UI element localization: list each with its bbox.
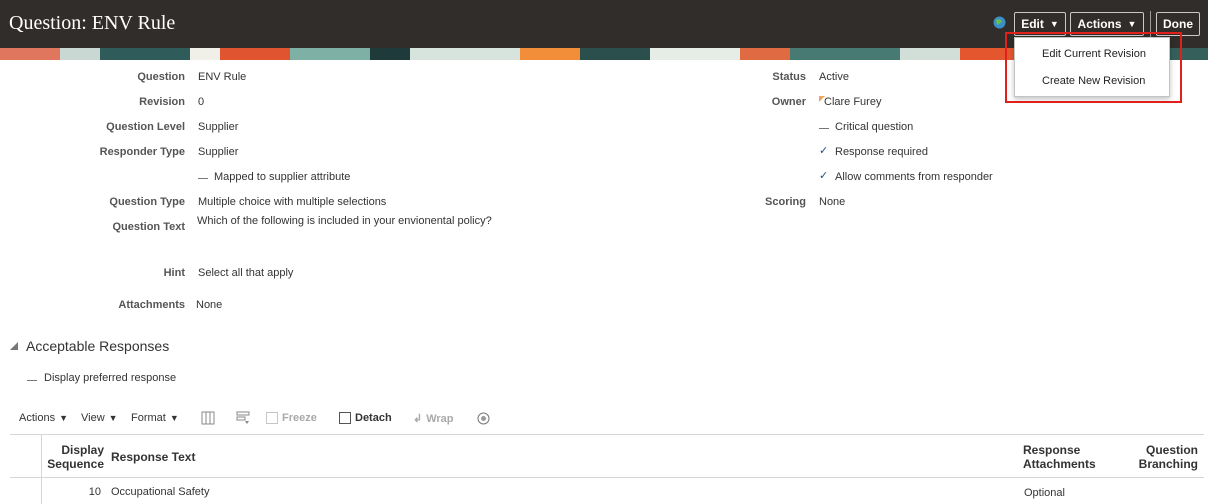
scoring-label: Scoring xyxy=(765,196,806,208)
wrap-button[interactable]: ↲ Wrap xyxy=(413,412,454,426)
wrap-icon: ↲ xyxy=(413,413,423,425)
detach-icon xyxy=(339,412,351,424)
toolbar-format-menu[interactable]: Format ▼ xyxy=(131,412,179,424)
question-text-label: Question Text xyxy=(112,221,185,233)
question-type-value: Multiple choice with multiple selections xyxy=(198,196,387,208)
reorder-columns-icon[interactable] xyxy=(236,411,250,425)
question-text-value: Which of the following is included in yo… xyxy=(197,215,492,227)
chevron-down-icon: ▼ xyxy=(169,413,179,423)
attachments-label: Attachments xyxy=(118,299,185,311)
status-label: Status xyxy=(772,71,806,83)
hint-label: Hint xyxy=(163,267,185,279)
toolbar-actions-label: Actions xyxy=(19,412,56,424)
header-line: Branching xyxy=(1138,457,1198,471)
edit-label: Edit xyxy=(1021,17,1044,31)
revision-label: Revision xyxy=(139,96,185,108)
display-preferred-checkbox xyxy=(27,380,37,381)
chevron-down-icon: ▼ xyxy=(1127,19,1137,29)
chevron-down-icon: ▼ xyxy=(108,413,118,423)
detach-button[interactable]: Detach xyxy=(339,412,392,424)
check-icon: ✓ xyxy=(819,145,829,157)
toolbar-actions-menu[interactable]: Actions ▼ xyxy=(19,412,68,424)
question-level-value: Supplier xyxy=(198,121,239,133)
collapse-triangle-icon[interactable] xyxy=(10,342,18,350)
mapped-checkbox xyxy=(198,178,208,179)
toolbar-view-menu[interactable]: View ▼ xyxy=(81,412,118,424)
wrap-label: Wrap xyxy=(426,412,454,425)
highlight-box xyxy=(1005,32,1182,103)
header-line: Attachments xyxy=(1023,457,1096,471)
allow-comments-label: Allow comments from responder xyxy=(835,171,993,183)
detach-label: Detach xyxy=(355,412,392,424)
header-line: Display xyxy=(61,443,104,457)
owner-label: Owner xyxy=(771,96,806,108)
responder-type-label: Responder Type xyxy=(99,146,185,158)
section-title: Acceptable Responses xyxy=(26,338,170,354)
revision-value: 0 xyxy=(198,96,205,108)
response-required-label: Response required xyxy=(835,146,928,158)
chevron-down-icon: ▼ xyxy=(59,413,68,423)
responder-type-value: Supplier xyxy=(198,146,239,158)
check-icon: ✓ xyxy=(819,170,829,182)
column-header-response-attachments[interactable]: Response Attachments xyxy=(1023,443,1096,471)
toolbar-format-label: Format xyxy=(131,412,166,424)
chevron-down-icon: ▼ xyxy=(1049,19,1059,29)
table-top-border xyxy=(10,434,1204,435)
columns-icon[interactable] xyxy=(201,411,215,425)
toolbar-view-label: View xyxy=(81,412,105,424)
column-header-response-text[interactable]: Response Text xyxy=(111,450,195,464)
question-label: Question xyxy=(137,71,185,83)
status-value: Active xyxy=(819,71,849,83)
cell-attachments: Optional xyxy=(1024,487,1065,499)
table-row-header-divider xyxy=(41,435,42,504)
mapped-label: Mapped to supplier attribute xyxy=(214,171,351,183)
globe-icon[interactable] xyxy=(993,16,1006,29)
header-line: Question xyxy=(1145,443,1198,457)
question-level-label: Question Level xyxy=(106,121,185,133)
owner-value: Clare Furey xyxy=(824,96,882,108)
display-preferred-label: Display preferred response xyxy=(44,372,177,384)
column-header-question-branching[interactable]: Question Branching xyxy=(1139,443,1198,471)
table-header-border xyxy=(10,477,1204,478)
column-header-display-sequence[interactable]: Display Sequence xyxy=(47,443,104,471)
critical-checkbox xyxy=(819,128,829,129)
done-label: Done xyxy=(1163,17,1193,31)
scoring-value: None xyxy=(819,196,846,208)
query-by-example-icon[interactable] xyxy=(477,412,490,425)
cell-sequence: 10 xyxy=(88,486,101,498)
cell-response-text: Occupational Safety xyxy=(111,486,210,498)
question-type-label: Question Type xyxy=(109,196,185,208)
attachments-value: None xyxy=(196,299,223,311)
actions-label: Actions xyxy=(1077,17,1122,31)
freeze-button[interactable]: Freeze xyxy=(266,412,317,424)
freeze-label: Freeze xyxy=(282,412,317,424)
header-line: Sequence xyxy=(47,457,104,471)
freeze-icon xyxy=(266,412,278,424)
header-line: Response xyxy=(1023,443,1081,457)
page-title: Question: ENV Rule xyxy=(9,12,176,34)
hint-value: Select all that apply xyxy=(198,267,294,279)
question-value: ENV Rule xyxy=(198,71,247,83)
critical-question-label: Critical question xyxy=(835,121,914,133)
